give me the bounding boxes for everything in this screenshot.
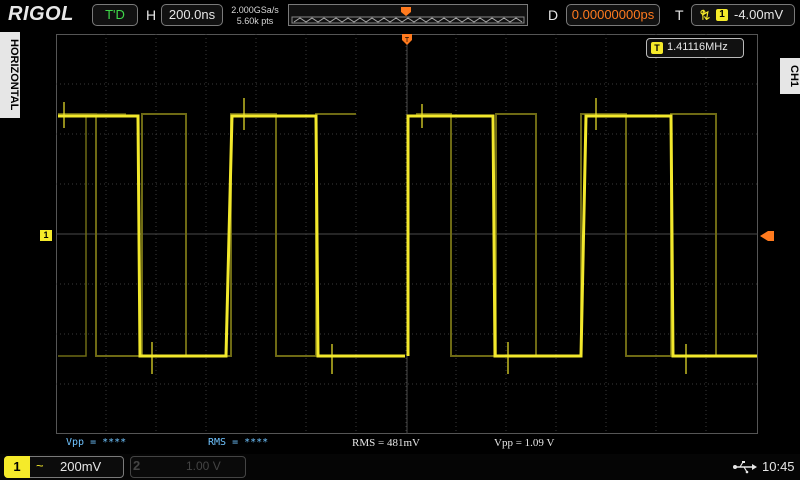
ch2-number: 2	[133, 458, 141, 473]
frequency-counter: T 1.41116MHz	[646, 38, 744, 58]
measurement-rms-inactive: RMS = ****	[208, 437, 269, 448]
system-clock: 10:45	[762, 459, 795, 474]
delay-label: D	[548, 7, 559, 23]
run-status-indicator[interactable]: T'D	[92, 4, 138, 26]
horizontal-label: H	[146, 7, 157, 23]
memory-position-indicator[interactable]	[288, 4, 528, 26]
trigger-level-marker-body	[768, 231, 774, 241]
measurement-vpp-inactive: Vpp = ****	[66, 437, 127, 448]
sample-rate: 2.000GSa/s	[231, 5, 279, 15]
waveform-display[interactable]: T	[56, 34, 758, 434]
trigger-level-marker[interactable]	[760, 231, 768, 241]
trigger-settings[interactable]: ⫯ ↯ 1 -4.00mV	[691, 4, 795, 26]
trigger-position-label: T	[405, 37, 410, 44]
ac-coupling-icon: ~	[36, 458, 44, 473]
trigger-level-value: -4.00mV	[734, 7, 784, 22]
trigger-label: T	[675, 7, 684, 23]
ch1-number: 1	[4, 456, 30, 478]
trigger-edge-icon: ↯	[700, 7, 712, 23]
ch1-offset-marker[interactable]: 1	[40, 230, 52, 241]
measurement-vpp: Vpp = 1.09 V	[494, 437, 555, 449]
timebase-value[interactable]: 200.0ns	[161, 4, 223, 26]
ch1-side-tab[interactable]: CH1	[780, 58, 800, 94]
brand-logo: RIGOL	[8, 3, 74, 25]
memory-depth: 5.60k pts	[236, 16, 274, 26]
usb-icon	[733, 461, 757, 474]
trigger-source-badge: 1	[716, 9, 728, 21]
counter-trigger-badge: T	[651, 42, 663, 54]
delay-value[interactable]: 0.00000000ps	[566, 4, 660, 26]
measurement-rms: RMS = 481mV	[352, 437, 420, 449]
ch2-scale: 1.00 V	[186, 459, 221, 473]
frequency-value: 1.41116MHz	[667, 41, 728, 53]
ch1-scale: 200mV	[60, 459, 102, 474]
horizontal-side-tab[interactable]: HORIZONTAL	[0, 32, 20, 118]
